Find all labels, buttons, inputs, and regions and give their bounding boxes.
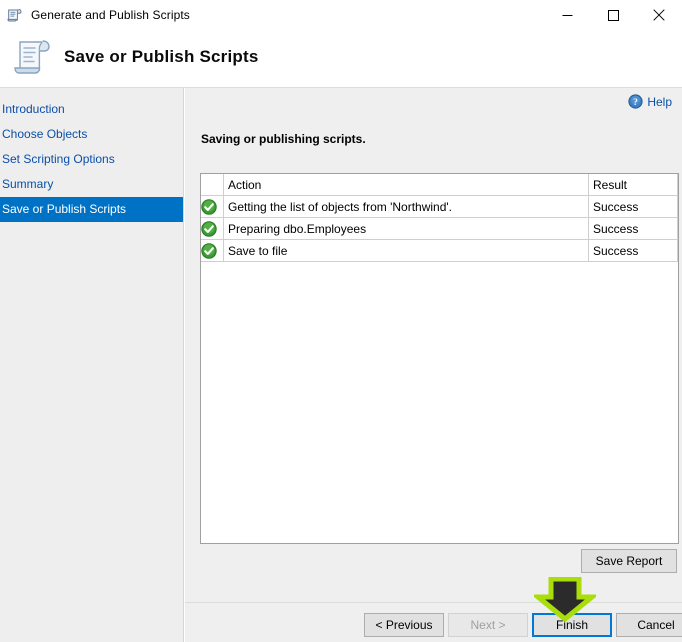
page-banner: Save or Publish Scripts	[0, 30, 682, 88]
maximize-icon[interactable]	[590, 0, 636, 30]
table-row[interactable]: Save to file Success	[201, 239, 678, 262]
finish-button[interactable]: Finish	[532, 613, 612, 637]
close-icon[interactable]	[636, 0, 682, 30]
section-title: Saving or publishing scripts.	[201, 132, 366, 146]
table-row[interactable]: Getting the list of objects from 'Northw…	[201, 195, 678, 218]
minimize-icon[interactable]	[544, 0, 590, 30]
table-header-row: Action Result	[201, 174, 678, 196]
sidebar-item-summary[interactable]: Summary	[0, 172, 183, 197]
help-label: Help	[647, 94, 672, 109]
column-header-result: Result	[588, 174, 678, 196]
results-grid[interactable]: Action Result Getting the list of object…	[200, 173, 679, 544]
success-check-icon	[201, 242, 217, 259]
row-status-cell	[201, 195, 224, 218]
column-header-status	[201, 174, 224, 196]
column-header-action: Action	[223, 174, 589, 196]
save-report-button[interactable]: Save Report	[581, 549, 677, 573]
table-row[interactable]: Preparing dbo.Employees Success	[201, 217, 678, 240]
sidebar-item-choose-objects[interactable]: Choose Objects	[0, 122, 183, 147]
row-status-cell	[201, 239, 224, 262]
row-action-cell: Preparing dbo.Employees	[223, 217, 589, 240]
script-document-icon	[7, 7, 23, 23]
sidebar-item-introduction[interactable]: Introduction	[0, 97, 183, 122]
row-action-cell: Save to file	[223, 239, 589, 262]
help-circle-icon: ?	[628, 94, 643, 109]
window-controls	[544, 0, 682, 30]
wizard-sidebar: Introduction Choose Objects Set Scriptin…	[0, 88, 184, 642]
window-title: Generate and Publish Scripts	[31, 8, 190, 22]
row-status-cell	[201, 217, 224, 240]
success-check-icon	[201, 198, 217, 215]
row-result-cell: Success	[588, 239, 678, 262]
row-result-cell: Success	[588, 195, 678, 218]
previous-button[interactable]: < Previous	[364, 613, 444, 637]
next-button: Next >	[448, 613, 528, 637]
success-check-icon	[201, 220, 217, 237]
results-table: Action Result Getting the list of object…	[201, 174, 678, 262]
main-content-pane: ? Help Saving or publishing scripts. Act…	[185, 88, 682, 602]
row-result-cell: Success	[588, 217, 678, 240]
script-scroll-icon	[8, 32, 56, 80]
wizard-footer: < Previous Next > Finish Cancel	[185, 602, 682, 642]
title-bar: Generate and Publish Scripts	[0, 0, 682, 30]
svg-text:?: ?	[633, 98, 638, 108]
page-title: Save or Publish Scripts	[64, 47, 259, 66]
sidebar-item-set-scripting-options[interactable]: Set Scripting Options	[0, 147, 183, 172]
help-link[interactable]: ? Help	[628, 94, 672, 109]
row-action-cell: Getting the list of objects from 'Northw…	[223, 195, 589, 218]
cancel-button[interactable]: Cancel	[616, 613, 682, 637]
sidebar-item-save-or-publish-scripts[interactable]: Save or Publish Scripts	[0, 197, 183, 222]
